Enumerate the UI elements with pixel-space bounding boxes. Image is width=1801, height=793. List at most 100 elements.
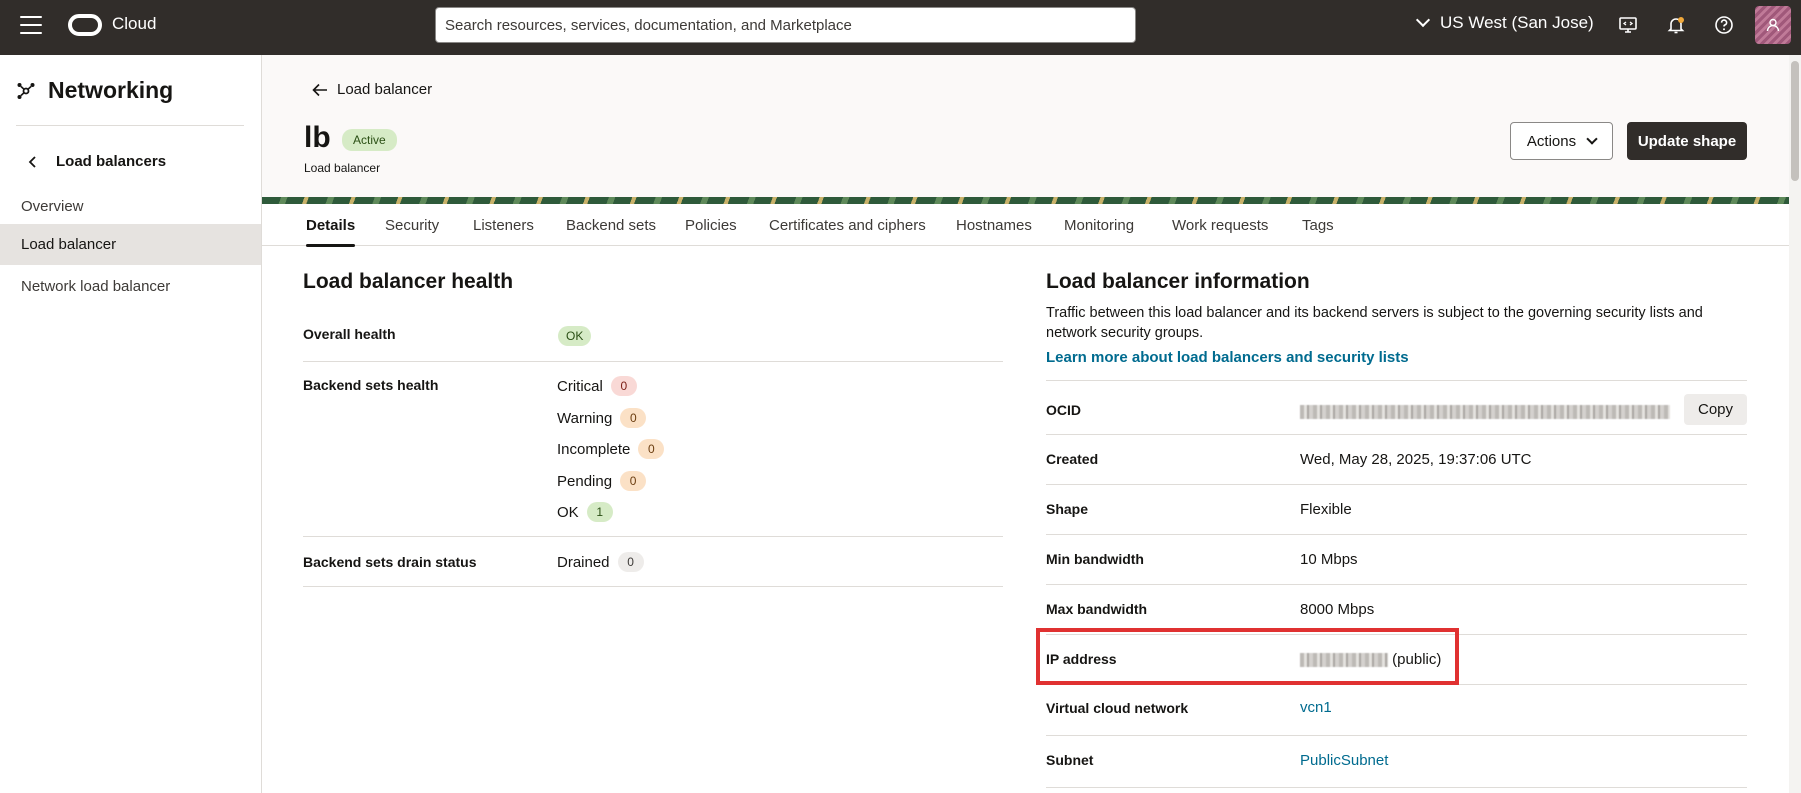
redacted-ocid: [1300, 405, 1670, 420]
pending-count-badge: 0: [620, 471, 647, 491]
tab-backend-sets[interactable]: Backend sets: [566, 204, 656, 246]
networking-icon: [17, 82, 35, 99]
shape-value: Flexible: [1300, 501, 1352, 518]
arrow-left-icon: [312, 83, 327, 96]
help-icon[interactable]: [1713, 14, 1735, 36]
row-divider: [1046, 434, 1747, 435]
warning-count-badge: 0: [620, 408, 647, 428]
sidebar-divider: [16, 125, 244, 126]
chevron-down-icon: [1586, 133, 1598, 145]
page-scrollbar[interactable]: [1789, 55, 1801, 793]
row-divider: [1046, 534, 1747, 535]
tab-work-requests[interactable]: Work requests: [1172, 204, 1268, 246]
sidebar-item-load-balancer[interactable]: Load balancer: [0, 224, 261, 265]
region-label: US West (San Jose): [1440, 13, 1594, 32]
copy-ocid-button[interactable]: Copy: [1684, 394, 1747, 425]
ocid-label: OCID: [1046, 402, 1081, 418]
update-shape-button[interactable]: Update shape: [1627, 122, 1747, 160]
sidebar-item-network-load-balancer[interactable]: Network load balancer: [0, 266, 261, 307]
scrollbar-thumb[interactable]: [1791, 61, 1799, 181]
tab-policies[interactable]: Policies: [685, 204, 737, 246]
sidebar-item-label: Overview: [21, 198, 84, 215]
count-label: Critical: [557, 377, 603, 395]
created-label: Created: [1046, 451, 1099, 467]
tab-bar: Details Security Listeners Backend sets …: [262, 204, 1789, 247]
tab-tags[interactable]: Tags: [1302, 204, 1334, 246]
warning-count-row: Warning 0: [557, 408, 647, 428]
drained-count-badge: 0: [617, 552, 644, 572]
health-section-title: Load balancer health: [303, 270, 514, 293]
row-divider: [303, 361, 1003, 362]
user-avatar-icon[interactable]: [1755, 6, 1791, 44]
count-label: Pending: [557, 472, 613, 490]
count-label: Warning: [557, 409, 613, 427]
actions-button[interactable]: Actions: [1510, 122, 1613, 160]
max-bandwidth-value: 8000 Mbps: [1300, 601, 1375, 618]
min-bandwidth-label: Min bandwidth: [1046, 551, 1144, 567]
tab-hostnames[interactable]: Hostnames: [956, 204, 1032, 246]
chevron-left-icon: [28, 155, 36, 168]
critical-count-row: Critical 0: [557, 376, 637, 396]
page-title: lb: [304, 121, 331, 154]
status-badge: Active: [342, 129, 397, 151]
chevron-down-icon: [1415, 12, 1431, 28]
subnet-link[interactable]: PublicSubnet: [1300, 752, 1388, 769]
row-divider: [1046, 380, 1747, 381]
resource-type-label: Load balancer: [304, 161, 381, 175]
ip-address-highlight-box: [1036, 628, 1459, 685]
info-description: Traffic between this load balancer and i…: [1046, 305, 1703, 341]
back-to-load-balancer-link[interactable]: Load balancer: [312, 81, 432, 98]
sidebar-back-load-balancers[interactable]: Load balancers: [28, 153, 166, 170]
vcn-label: Virtual cloud network: [1046, 700, 1189, 716]
tab-details[interactable]: Details: [306, 204, 356, 247]
row-divider: [1046, 735, 1747, 736]
count-label: Incomplete: [557, 440, 631, 458]
tab-certificates-and-ciphers[interactable]: Certificates and ciphers: [769, 204, 926, 246]
backend-sets-health-label: Backend sets health: [303, 377, 439, 393]
tab-security[interactable]: Security: [385, 204, 439, 246]
row-divider: [303, 536, 1003, 537]
critical-count-badge: 0: [610, 376, 637, 396]
shape-label: Shape: [1046, 501, 1089, 517]
back-link-label: Load balancer: [337, 81, 433, 98]
overall-health-label: Overall health: [303, 326, 396, 342]
top-bar: Cloud US West (San Jose): [0, 0, 1801, 55]
notifications-bell-icon[interactable]: [1665, 14, 1687, 36]
drained-count-row: Drained 0: [557, 552, 644, 572]
hamburger-icon[interactable]: [20, 16, 42, 34]
sidebar-item-label: Network load balancer: [21, 278, 171, 295]
tab-monitoring[interactable]: Monitoring: [1064, 204, 1134, 246]
actions-label: Actions: [1526, 132, 1577, 150]
row-divider: [1046, 787, 1747, 788]
developer-tools-icon[interactable]: [1617, 14, 1639, 36]
sidebar-title: Networking: [16, 77, 173, 104]
info-section-title: Load balancer information: [1046, 270, 1310, 293]
incomplete-count-row: Incomplete 0: [557, 439, 665, 459]
sidebar-item-overview[interactable]: Overview: [0, 186, 261, 227]
min-bandwidth-value: 10 Mbps: [1300, 551, 1358, 568]
incomplete-count-badge: 0: [638, 439, 665, 459]
created-value: Wed, May 28, 2025, 19:37:06 UTC: [1300, 451, 1532, 468]
page-header: Load balancer lb Active Load balancer Ac…: [262, 55, 1789, 197]
oracle-logo-icon[interactable]: [68, 14, 102, 36]
ok-count-row: OK 1: [557, 502, 613, 522]
row-divider: [1046, 584, 1747, 585]
sidebar-title-label: Networking: [48, 77, 174, 103]
brand-label[interactable]: Cloud: [112, 14, 156, 34]
search-input[interactable]: [435, 7, 1136, 43]
region-selector[interactable]: US West (San Jose): [1415, 12, 1594, 33]
count-label: OK: [557, 503, 579, 521]
vcn-link[interactable]: vcn1: [1300, 699, 1332, 716]
tab-listeners[interactable]: Listeners: [473, 204, 534, 246]
header-decorative-banner: [262, 197, 1789, 204]
drain-status-label: Backend sets drain status: [303, 554, 477, 570]
overall-health-status-badge: OK: [558, 326, 592, 346]
sidebar-item-label: Load balancer: [21, 236, 117, 253]
ocid-value: [1300, 403, 1670, 420]
max-bandwidth-label: Max bandwidth: [1046, 601, 1148, 617]
ok-count-badge: 1: [586, 502, 613, 522]
learn-more-link[interactable]: Learn more about load balancers and secu…: [1046, 349, 1409, 366]
sidebar: Networking Load balancers Overview Load …: [0, 55, 262, 793]
row-divider: [1046, 484, 1747, 485]
sidebar-back-label: Load balancers: [56, 153, 167, 170]
